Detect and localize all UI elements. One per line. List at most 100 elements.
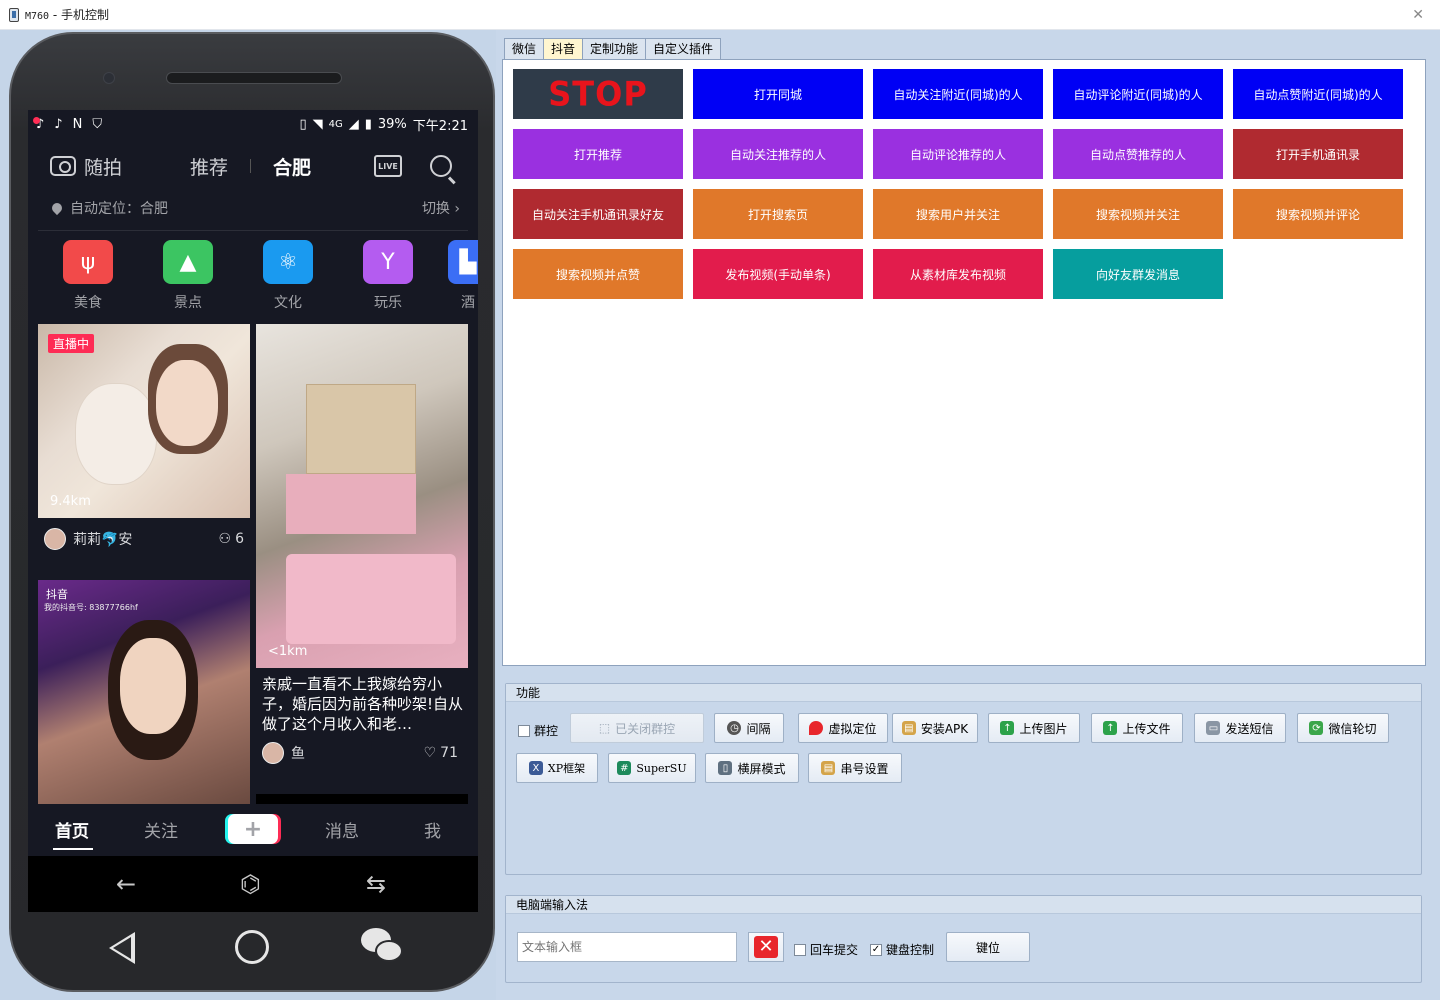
author-name: 莉莉🐬安 [73, 532, 133, 548]
close-icon[interactable]: ✕ [1412, 7, 1424, 23]
category-item[interactable]: Y 玩乐 [358, 240, 418, 312]
tab-city[interactable]: 合肥 [273, 153, 311, 180]
landscape-mode-button[interactable]: ▯ 横屏模式 [705, 753, 799, 783]
clear-button[interactable]: ✕ [748, 932, 784, 962]
switch-arrows-icon[interactable]: ⇆ [366, 870, 386, 898]
shoot-button[interactable]: 随拍 [50, 153, 122, 180]
divider [38, 230, 468, 231]
like-recommend-button[interactable]: 自动点赞推荐的人 [1053, 129, 1223, 179]
follow-contacts-button[interactable]: 自动关注手机通讯录好友 [513, 189, 683, 239]
feed-card[interactable]: 抖音 我的抖音号: 83877766hf [38, 580, 250, 804]
switch-city-link[interactable]: 切换 › [422, 198, 460, 218]
open-nearby-button[interactable]: 打开同城 [693, 69, 863, 119]
card-author: 莉莉🐬安 ⚇ 6 [44, 528, 244, 550]
upload-image-button[interactable]: ↑ 上传图片 [988, 713, 1080, 743]
key-position-button[interactable]: 键位 [946, 932, 1030, 962]
group-title: 功能 [506, 684, 1421, 702]
open-recommend-button[interactable]: 打开推荐 [513, 129, 683, 179]
imei-settings-button[interactable]: ▤ 串号设置 [808, 753, 902, 783]
main-frame: ♪ ♪ N ⛉ ▯ ◥ 4G ◢ ▮ 39% 下午2:21 随拍 推荐 合肥 L… [0, 30, 1440, 1000]
wechat-switch-button[interactable]: ⟳ 微信轮切 [1297, 713, 1389, 743]
enter-submit-checkbox[interactable]: 回车提交 [794, 941, 858, 958]
search-video-like-button[interactable]: 搜索视频并点赞 [513, 249, 683, 299]
home-rotate-icon[interactable]: ⌬ [240, 870, 261, 898]
checkbox-label: 键盘控制 [886, 943, 935, 957]
virtual-location-button[interactable]: 虚拟定位 [798, 713, 888, 743]
atom-icon: ⚛ [263, 240, 313, 284]
checkbox-box[interactable] [518, 724, 530, 737]
publish-from-library-button[interactable]: 从素材库发布视频 [873, 249, 1043, 299]
tab-wechat[interactable]: 微信 [504, 38, 545, 59]
send-sms-button[interactable]: ▭ 发送短信 [1194, 713, 1286, 743]
category-item[interactable]: ψ 美食 [58, 240, 118, 312]
checkbox-box[interactable] [794, 943, 806, 956]
mass-message-button[interactable]: 向好友群发消息 [1053, 249, 1223, 299]
tab-recommend[interactable]: 推荐 [190, 153, 228, 180]
phone-screen[interactable]: ♪ ♪ N ⛉ ▯ ◥ 4G ◢ ▮ 39% 下午2:21 随拍 推荐 合肥 L… [28, 110, 478, 912]
publish-video-button[interactable]: 发布视频(手动单条) [693, 249, 863, 299]
checkbox-box[interactable]: ✓ [870, 943, 882, 956]
nav-messages[interactable]: 消息 [325, 817, 359, 842]
create-button[interactable]: + [228, 814, 278, 844]
category-item[interactable]: ⚛ 文化 [258, 240, 318, 312]
search-video-comment-button[interactable]: 搜索视频并评论 [1233, 189, 1403, 239]
text-input[interactable] [517, 932, 737, 962]
avatar [262, 742, 284, 764]
nfc-icon: N [72, 116, 83, 132]
stop-button[interactable]: STOP [513, 69, 683, 119]
follow-recommend-button[interactable]: 自动关注推荐的人 [693, 129, 863, 179]
comment-nearby-button[interactable]: 自动评论附近(同城)的人 [1053, 69, 1223, 119]
wifi-icon: ◥ [312, 116, 323, 132]
like-nearby-button[interactable]: 自动点赞附近(同城)的人 [1233, 69, 1403, 119]
button-label: 微信轮切 [1328, 721, 1377, 736]
app-top-nav: 随拍 推荐 合肥 LIVE [28, 148, 478, 184]
feed-card[interactable]: <1km 亲戚一直看不上我嫁给穷小子，婚后因为前各种吵架!自从做了这个月收入和老… [256, 324, 468, 764]
card-author: 鱼 ♡ 71 [262, 742, 458, 764]
category-item[interactable]: ▙ 酒 [448, 240, 478, 312]
nav-follow[interactable]: 关注 [144, 817, 178, 842]
tab-custom-functions[interactable]: 定制功能 [582, 38, 647, 59]
supersu-button[interactable]: # SuperSU [608, 753, 696, 783]
keyboard-control-checkbox[interactable]: ✓ 键盘控制 [870, 941, 934, 958]
feed-card[interactable]: 直播中 9.4km 莉莉🐬安 ⚇ 6 [38, 324, 250, 564]
camera-icon [50, 156, 76, 176]
network-type: 4G [328, 118, 343, 130]
location-text: 自动定位：合肥 [70, 201, 168, 217]
location-bar: 自动定位：合肥 切换 › [28, 194, 478, 222]
nav-home[interactable]: 首页 [55, 817, 89, 842]
battery-icon: ▮ [364, 116, 372, 132]
home-icon[interactable] [235, 930, 269, 964]
wechat-icon[interactable] [361, 928, 405, 966]
live-badge: 直播中 [48, 334, 95, 353]
active-underline [53, 848, 93, 850]
group-control-checkbox[interactable]: 群控 [518, 722, 558, 739]
live-icon[interactable]: LIVE [374, 155, 402, 177]
comment-recommend-button[interactable]: 自动评论推荐的人 [873, 129, 1043, 179]
button-label: 发送短信 [1225, 721, 1274, 736]
tab-douyin[interactable]: 抖音 [543, 38, 584, 60]
tab-custom-plugins[interactable]: 自定义插件 [645, 38, 722, 59]
category-label: 美食 [74, 295, 102, 311]
interval-button[interactable]: ◷ 间隔 [714, 713, 784, 743]
category-item[interactable]: ▲ 景点 [158, 240, 218, 312]
search-user-follow-button[interactable]: 搜索用户并关注 [873, 189, 1043, 239]
gesture-nav: ← ⌬ ⇆ [28, 856, 478, 912]
signal-icon: ◢ [348, 116, 359, 132]
open-contacts-button[interactable]: 打开手机通讯录 [1233, 129, 1403, 179]
distance-label: <1km [268, 644, 308, 659]
install-apk-button[interactable]: ▤ 安装APK [892, 713, 978, 743]
search-video-follow-button[interactable]: 搜索视频并关注 [1053, 189, 1223, 239]
back-arrow-icon[interactable]: ← [116, 870, 136, 898]
open-search-button[interactable]: 打开搜索页 [693, 189, 863, 239]
distance-label: 9.4km [50, 494, 91, 509]
nav-me[interactable]: 我 [424, 817, 441, 842]
group-control-closed-button[interactable]: ⬚ 已关闭群控 [570, 713, 704, 743]
xp-framework-button[interactable]: X XP框架 [516, 753, 598, 783]
search-icon[interactable] [430, 155, 452, 177]
upload-file-button[interactable]: ↑ 上传文件 [1091, 713, 1183, 743]
clock: 下午2:21 [412, 118, 468, 134]
heart-icon: ♡ [423, 745, 437, 761]
back-icon[interactable] [109, 932, 135, 964]
feed-card-edge [256, 794, 468, 804]
follow-nearby-button[interactable]: 自动关注附近(同城)的人 [873, 69, 1043, 119]
